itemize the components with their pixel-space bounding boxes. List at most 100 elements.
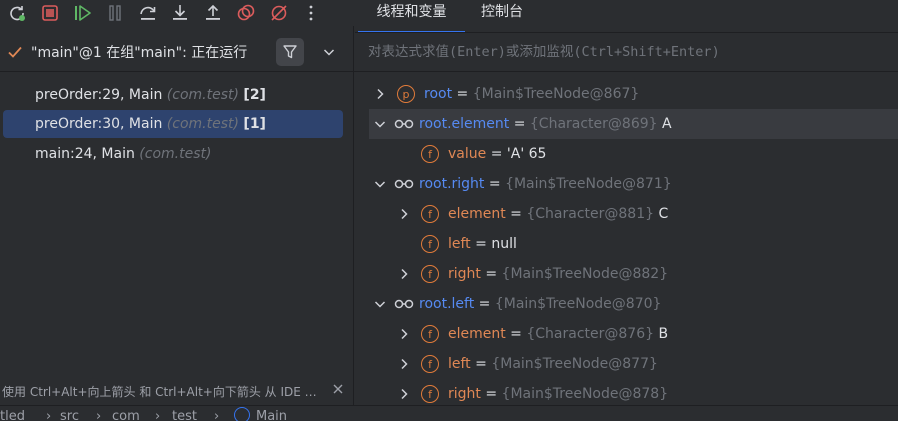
rerun-button[interactable] [6,2,28,24]
variable-row[interactable]: f right = {Main$TreeNode@882} [354,259,898,289]
variable-row[interactable]: root.right = {Main$TreeNode@871} [354,169,898,199]
pause-button[interactable] [104,2,126,24]
variable-equals: = [486,146,507,162]
stop-icon [41,5,58,21]
field-icon: f [421,265,439,283]
frame-item[interactable]: main:24, Main (com.test) [3,140,343,168]
chevron-right-icon: › [96,409,102,421]
chevron-right-icon: › [46,409,52,421]
variable-row[interactable]: f value = 'A' 65 [354,139,898,169]
chevron-down-icon[interactable] [373,117,387,131]
watch-glasses-icon [394,179,414,189]
variable-value: 'A' 65 [506,146,547,162]
breadcrumb-item[interactable]: src [60,409,79,421]
close-icon[interactable] [331,382,345,396]
variable-row[interactable]: f left = null [354,229,898,259]
step-into-button[interactable] [169,2,191,24]
variable-name: value [448,146,487,162]
variable-reference: {Character@876} [526,326,655,342]
field-icon: f [421,205,439,223]
chevron-right-icon[interactable] [373,87,387,101]
tab-console[interactable]: 控制台 [465,0,539,33]
chevron-right-icon[interactable] [397,267,411,281]
variable-row[interactable]: f element = {Character@881} C [354,199,898,229]
chevron-right-icon[interactable] [397,387,411,401]
view-breakpoints-button[interactable] [235,2,257,24]
mute-breakpoints-button[interactable] [268,2,290,24]
variable-reference: {Main$TreeNode@867} [472,86,640,102]
variable-text: left = {Main$TreeNode@877} [448,349,658,379]
variable-text: right = {Main$TreeNode@882} [448,259,668,289]
tab-threads-variables[interactable]: 线程和变量 [358,0,465,33]
variable-equals: = [470,236,492,252]
variable-text: element = {Character@876} B [448,319,668,349]
frames-panel: "main"@1 在组"main": 正在运行 preOrder:29, Mai… [0,33,354,405]
variable-reference: {Character@881} [526,206,655,222]
eval-divider [354,71,898,72]
chevron-right-icon[interactable] [397,327,411,341]
frame-item-selected[interactable]: preOrder:30, Main (com.test) [1] [3,110,343,138]
frame-method: preOrder:30, Main [35,116,163,132]
variable-name: right [448,386,481,402]
class-icon [234,407,250,421]
variable-text: root.left = {Main$TreeNode@870} [419,289,661,319]
variable-row[interactable]: f element = {Character@876} B [354,319,898,349]
breadcrumb-item[interactable]: Main [256,409,287,421]
variable-value: null [491,236,517,252]
variable-text: element = {Character@881} C [448,199,668,229]
filter-button[interactable] [276,38,304,66]
chevron-down-icon[interactable] [321,44,337,60]
frame-method: preOrder:29, Main [35,87,163,103]
variable-name: element [448,326,506,342]
pause-icon [109,5,121,21]
variable-name: left [448,356,471,372]
step-over-button[interactable] [137,2,159,24]
status-bar: tled › src › com › test › Main [0,405,898,421]
frame-count: [1] [243,116,266,132]
variable-name: root.left [419,296,475,312]
variable-name: root.element [419,116,510,132]
breadcrumb-item[interactable]: tled [0,409,25,421]
resume-button[interactable] [71,2,93,24]
chevron-down-icon[interactable] [373,297,387,311]
frame-package: (com.test) [166,116,239,132]
variable-name: right [448,266,481,282]
variable-row[interactable]: root.element = {Character@869} A [369,109,898,139]
debug-tabs: 线程和变量 控制台 [355,0,898,33]
variable-reference: {Main$TreeNode@878} [501,386,669,402]
chevron-right-icon[interactable] [397,357,411,371]
chevron-right-icon[interactable] [397,207,411,221]
variable-row[interactable]: f left = {Main$TreeNode@877} [354,349,898,379]
frame-item[interactable]: preOrder:29, Main (com.test) [2] [3,81,343,109]
variable-reference: {Main$TreeNode@870} [494,296,662,312]
watch-glasses-icon [394,119,414,129]
variable-row[interactable]: p root = {Main$TreeNode@867} [354,79,898,109]
frame-package: (com.test) [139,146,212,162]
step-out-button[interactable] [202,2,224,24]
variable-text: value = 'A' 65 [448,139,546,169]
variable-equals: = [484,176,506,192]
variable-name: root [424,86,453,102]
thread-label: "main"@1 在组"main": 正在运行 [31,45,248,61]
navigation-hint: 使用 Ctrl+Alt+向上箭头 和 Ctrl+Alt+向下箭头 从 IDE … [2,385,317,399]
field-icon: f [421,385,439,403]
variable-equals: = [474,296,495,312]
variable-text: root.element = {Character@869} A [419,109,672,139]
stop-button[interactable] [39,2,61,24]
more-options-icon [309,5,313,21]
breadcrumb-item[interactable]: com [112,409,140,421]
variable-equals: = [505,326,527,342]
chevron-down-icon[interactable] [373,177,387,191]
frame-count: [2] [243,87,266,103]
thread-selector[interactable]: "main"@1 在组"main": 正在运行 [0,33,354,71]
variable-equals: = [509,116,530,132]
field-icon: f [421,235,439,253]
frame-method: main:24, Main [35,146,135,162]
variable-value: C [654,206,669,222]
evaluate-expression-input[interactable] [354,33,898,71]
breadcrumb-item[interactable]: test [172,409,197,421]
chevron-right-icon: › [214,409,220,421]
debug-toolbar [0,0,355,26]
more-options-button[interactable] [300,2,322,24]
variable-row[interactable]: root.left = {Main$TreeNode@870} [354,289,898,319]
